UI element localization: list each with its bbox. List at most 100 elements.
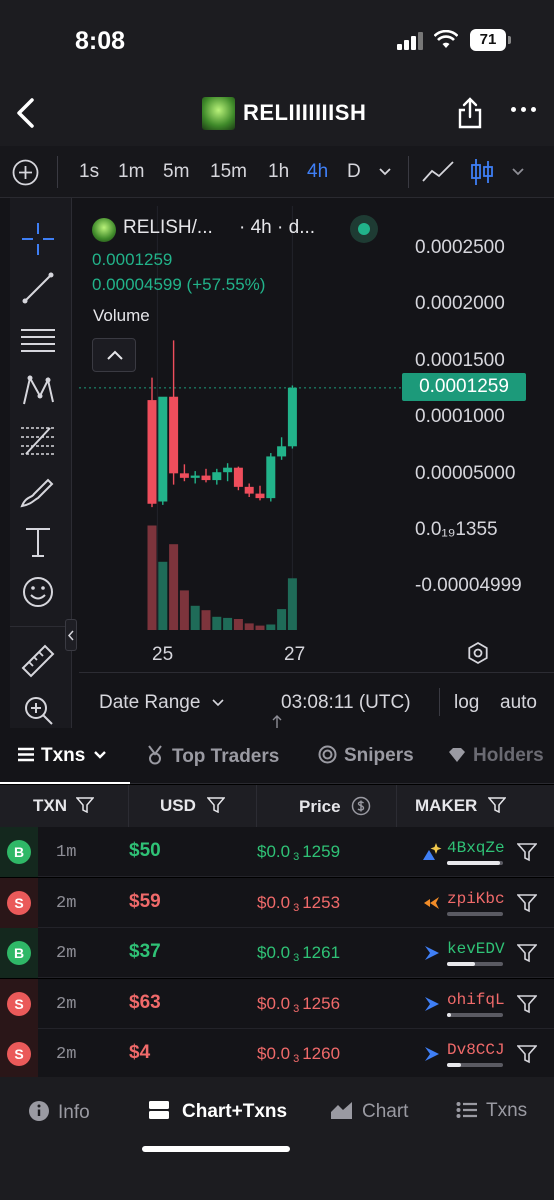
table-row[interactable]: S 2m $63 $0.0 3 1256 ohifqL [0, 978, 554, 1029]
filter-icon[interactable] [517, 893, 537, 913]
panel-toggle-handle[interactable] [65, 619, 77, 651]
tab-txns-label: Txns [41, 745, 86, 766]
horizontal-lines-icon[interactable] [18, 320, 58, 360]
maker-address[interactable]: kevEDV [447, 940, 505, 958]
home-indicator [142, 1146, 290, 1152]
maker-fish-icon [424, 896, 439, 909]
line-chart-icon[interactable] [421, 159, 455, 185]
column-maker[interactable]: MAKER [415, 796, 507, 816]
currency-toggle-icon[interactable] [351, 796, 371, 816]
tab-snipers[interactable]: Snipers [318, 745, 414, 767]
timeframe-4h[interactable]: 4h [307, 161, 328, 183]
drawing-tools-panel [10, 198, 72, 728]
table-row[interactable]: B 1m $50 $0.0 3 1259 4BxqZe [0, 827, 554, 877]
pattern-icon[interactable] [18, 370, 58, 410]
column-usd[interactable]: USD [160, 796, 225, 816]
filter-icon[interactable] [488, 797, 507, 813]
crosshair-icon[interactable] [18, 219, 58, 259]
tab-top-traders-label: Top Traders [172, 746, 280, 767]
candle-body [244, 486, 254, 494]
app-header: RELIIIIIIISH [0, 80, 554, 146]
volume-bar [266, 624, 276, 630]
nav-chart-label: Chart [362, 1101, 409, 1122]
txn-usd: $4 [129, 1042, 151, 1063]
tab-snipers-label: Snipers [344, 745, 414, 766]
tab-top-traders[interactable]: Top Traders [146, 745, 279, 768]
timeframe-d[interactable]: D [347, 161, 361, 183]
maker-address[interactable]: zpiKbc [447, 890, 505, 908]
fib-retracement-icon[interactable] [18, 420, 58, 460]
ruler-icon[interactable] [18, 641, 58, 681]
page-title: RELIIIIIIISH [243, 100, 367, 125]
maker-address[interactable]: 4BxqZe [447, 839, 505, 857]
candle-body [223, 467, 233, 473]
txn-usd: $63 [129, 991, 161, 1013]
price-axis-label: 0.0002000 [415, 293, 505, 314]
timeframe-5m[interactable]: 5m [163, 161, 189, 183]
legend-token-avatar [92, 218, 116, 242]
txn-type-badge: B [7, 941, 31, 965]
brush-icon[interactable] [18, 472, 58, 512]
nav-info[interactable]: Info [28, 1100, 90, 1124]
nav-info-label: Info [58, 1102, 90, 1123]
tab-holders[interactable]: Holders [448, 745, 544, 767]
cellular-signal-icon [397, 32, 425, 50]
back-chevron-icon[interactable] [12, 96, 42, 130]
column-price[interactable]: Price [299, 796, 371, 817]
maker-holdings-bar [447, 861, 503, 865]
txn-age: 2m [56, 1045, 77, 1064]
utc-time[interactable]: 03:08:11 (UTC) [281, 692, 411, 714]
candle-body [287, 387, 297, 447]
table-row[interactable]: B 2m $37 $0.0 3 1261 kevEDV [0, 928, 554, 978]
maker-address[interactable]: Dv8CCJ [447, 1041, 505, 1059]
text-tool-icon[interactable] [18, 522, 58, 562]
zoom-in-icon[interactable] [18, 690, 58, 730]
chevron-up-icon [107, 350, 123, 360]
collapse-legend-button[interactable] [92, 338, 136, 372]
txn-usd: $50 [129, 840, 161, 861]
table-row[interactable]: S 2m $59 $0.0 3 1253 zpiKbc [0, 877, 554, 928]
txn-price: $0.0 3 1260 [257, 1044, 341, 1065]
emoji-icon[interactable] [18, 572, 58, 612]
volume-bar [212, 616, 222, 630]
filter-icon[interactable] [206, 797, 225, 813]
date-range-dropdown[interactable]: Date Range [99, 692, 224, 714]
txn-age: 2m [56, 893, 77, 913]
maker-address[interactable]: ohifqL [447, 991, 505, 1009]
timeframe-1s[interactable]: 1s [79, 161, 99, 183]
chevron-down-icon[interactable] [378, 167, 392, 177]
nav-txns[interactable]: Txns [456, 1100, 527, 1122]
legend-symbol[interactable]: RELISH/... [123, 217, 213, 239]
candle-body [190, 475, 200, 478]
nav-chart[interactable]: Chart [330, 1100, 408, 1123]
chart-settings-icon[interactable] [466, 641, 490, 665]
timeframe-1m[interactable]: 1m [118, 161, 144, 183]
filter-icon[interactable] [517, 994, 537, 1014]
legend-resolution[interactable]: · 4h · d... [239, 217, 315, 239]
txn-age: 1m [56, 843, 77, 862]
share-icon[interactable] [456, 96, 484, 130]
status-bar: 8:08 71 [0, 0, 554, 80]
candlestick-icon[interactable] [469, 157, 495, 187]
more-options-icon[interactable] [511, 104, 537, 114]
timeframe-1h[interactable]: 1h [268, 161, 289, 183]
filter-icon[interactable] [517, 842, 537, 862]
nav-chart-txns[interactable]: Chart+Txns [148, 1100, 287, 1123]
volume-bar [169, 544, 179, 630]
log-scale-toggle[interactable]: log [454, 692, 479, 714]
txn-type-badge: B [7, 840, 31, 864]
tab-txns[interactable]: Txns [17, 745, 107, 767]
volume-bar [201, 610, 211, 630]
add-indicator-icon[interactable] [12, 159, 39, 186]
auto-scale-toggle[interactable]: auto [500, 692, 537, 714]
filter-icon[interactable] [517, 943, 537, 963]
column-txn[interactable]: TXN [33, 796, 94, 816]
trend-line-icon[interactable] [18, 268, 58, 308]
candle-body [233, 467, 243, 487]
filter-icon[interactable] [517, 1044, 537, 1064]
chart-type-chevron-icon[interactable] [511, 167, 525, 177]
table-row[interactable]: S 2m $4 $0.0 3 1260 Dv8CCJ [0, 1029, 554, 1079]
timeframe-15m[interactable]: 15m [210, 161, 247, 183]
txns-table-header: TXN USD Price MAKER [0, 785, 554, 827]
filter-icon[interactable] [75, 797, 94, 813]
